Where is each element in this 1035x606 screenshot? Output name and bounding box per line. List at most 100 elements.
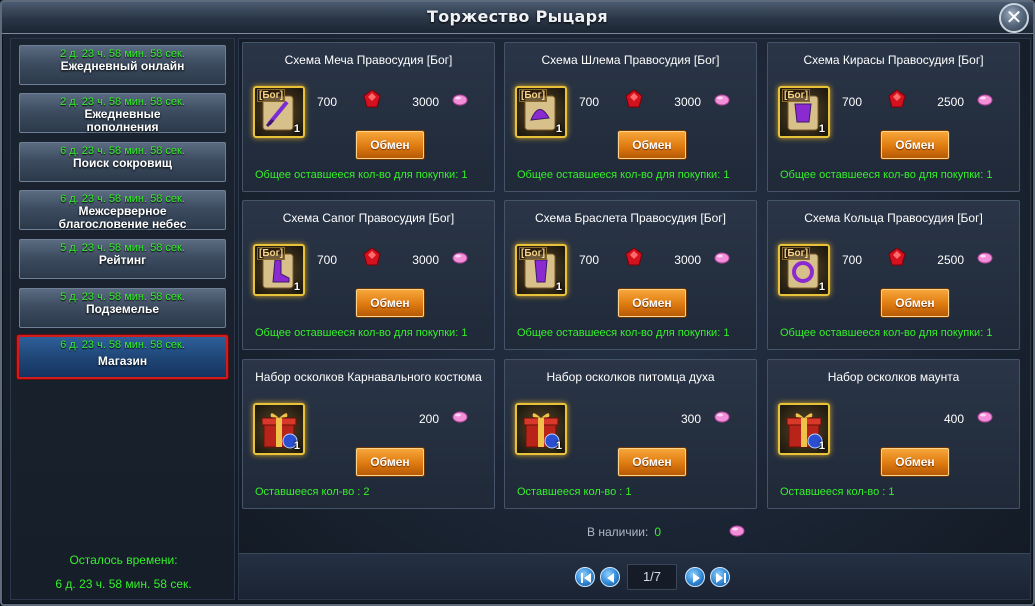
- shop-panel: Схема Меча Правосудия [Бог] [Бог] 1 700 …: [238, 38, 1031, 600]
- next-page-icon: [693, 573, 700, 583]
- stock-label: В наличии:: [587, 525, 649, 539]
- sidebar: 2 д. 23 ч. 58 мин. 58 сек. Ежедневный он…: [10, 38, 235, 600]
- exchange-button[interactable]: Обмен: [618, 289, 686, 317]
- item-name: Набор осколков Карнавального костюма: [255, 370, 482, 384]
- prev-page-icon: [607, 573, 614, 583]
- remaining-count: Общее оставшееся кол-во для покупки: 1: [780, 169, 993, 181]
- exchange-button[interactable]: Обмен: [881, 131, 949, 159]
- sidebar-item-timer: 6 д. 23 ч. 58 мин. 58 сек.: [60, 339, 185, 351]
- item-name: Схема Кирасы Правосудия [Бог]: [803, 53, 984, 67]
- remaining-time-value: 6 д. 23 ч. 58 мин. 58 сек.: [55, 577, 192, 591]
- exchange-button[interactable]: Обмен: [881, 289, 949, 317]
- sidebar-item-ranking[interactable]: 5 д. 23 ч. 58 мин. 58 сек. Рейтинг: [19, 239, 226, 279]
- item-quantity: 1: [818, 440, 825, 452]
- item-slot[interactable]: [Бог] 1: [253, 244, 305, 296]
- item-quantity: 1: [555, 123, 562, 135]
- pink-gem-icon: [452, 252, 468, 264]
- shop-card: Схема Шлема Правосудия [Бог] [Бог] 1 700…: [504, 42, 757, 192]
- event-window: Торжество Рыцаря ✕ 2 д. 23 ч. 58 мин. 58…: [0, 0, 1035, 606]
- exchange-button[interactable]: Обмен: [881, 448, 949, 476]
- pink-gem-icon: [977, 252, 993, 264]
- item-name: Набор осколков питомца духа: [546, 370, 715, 384]
- pink-gem-icon: [452, 411, 468, 423]
- sidebar-item-daily-online[interactable]: 2 д. 23 ч. 58 мин. 58 сек. Ежедневный он…: [19, 45, 226, 85]
- remaining-count: Общее оставшееся кол-во для покупки: 1: [255, 169, 468, 181]
- page-indicator: 1/7: [627, 564, 677, 590]
- sidebar-item-dungeon[interactable]: 5 д. 23 ч. 58 мин. 58 сек. Подземелье: [19, 288, 226, 328]
- god-badge: [Бог]: [257, 89, 286, 102]
- item-quantity: 1: [818, 281, 825, 293]
- ruby-icon: [625, 89, 643, 108]
- stock-value: 0: [654, 525, 662, 539]
- sidebar-item-label: Поиск сокровищ: [73, 156, 172, 170]
- cost-gem: 3000: [412, 95, 439, 109]
- item-slot[interactable]: 1: [253, 403, 305, 455]
- sidebar-item-label: Подземелье: [85, 302, 160, 316]
- ruby-icon: [363, 247, 381, 266]
- item-slot[interactable]: [Бог] 1: [515, 244, 567, 296]
- item-name: Схема Меча Правосудия [Бог]: [284, 53, 453, 67]
- remaining-count: Общее оставшееся кол-во для покупки: 1: [780, 327, 993, 339]
- remaining-count: Оставшееся кол-во : 1: [780, 486, 895, 498]
- shop-card: Набор осколков Карнавального костюма 1 2…: [242, 359, 495, 509]
- cost-gem: 400: [943, 412, 964, 426]
- remaining-count: Оставшееся кол-во : 2: [255, 486, 370, 498]
- shop-card: Схема Сапог Правосудия [Бог] [Бог] 1 700…: [242, 200, 495, 350]
- item-quantity: 1: [818, 123, 825, 135]
- god-badge: [Бог]: [782, 89, 811, 102]
- sidebar-item-label: Межсерверное благословение небес: [58, 204, 187, 231]
- first-page-icon: [581, 573, 591, 583]
- item-slot[interactable]: [Бог] 1: [778, 86, 830, 138]
- stock-display: В наличии: 0: [587, 525, 661, 539]
- sidebar-item-treasure-hunt[interactable]: 6 д. 23 ч. 58 мин. 58 сек. Поиск сокрови…: [19, 142, 226, 182]
- exchange-button[interactable]: Обмен: [618, 448, 686, 476]
- prev-page-button[interactable]: [600, 567, 620, 587]
- cost-gem: 3000: [412, 253, 439, 267]
- item-quantity: 1: [293, 440, 300, 452]
- exchange-button[interactable]: Обмен: [356, 448, 424, 476]
- item-slot[interactable]: [Бог] 1: [253, 86, 305, 138]
- item-name: Схема Кольца Правосудия [Бог]: [804, 211, 983, 225]
- cost-ruby: 700: [842, 253, 863, 267]
- item-quantity: 1: [293, 281, 300, 293]
- item-slot[interactable]: 1: [515, 403, 567, 455]
- sidebar-item-daily-topup[interactable]: 2 д. 23 ч. 58 мин. 58 сек. Ежедневные по…: [19, 93, 226, 134]
- sidebar-item-shop[interactable]: 6 д. 23 ч. 58 мин. 58 сек. Магазин: [17, 335, 228, 379]
- item-slot[interactable]: [Бог] 1: [515, 86, 567, 138]
- close-button[interactable]: ✕: [999, 3, 1029, 33]
- remaining-count: Общее оставшееся кол-во для покупки: 1: [255, 327, 468, 339]
- item-name: Схема Шлема Правосудия [Бог]: [541, 53, 720, 67]
- cost-gem: 300: [680, 412, 701, 426]
- item-name: Набор осколков маунта: [827, 370, 960, 384]
- first-page-button[interactable]: [575, 567, 595, 587]
- cost-gem: 3000: [674, 253, 701, 267]
- pagination-bar: 1/7: [239, 553, 1030, 599]
- cost-gem: 200: [418, 412, 439, 426]
- exchange-button[interactable]: Обмен: [356, 289, 424, 317]
- sidebar-item-cross-server-blessing[interactable]: 6 д. 23 ч. 58 мин. 58 сек. Межсерверное …: [19, 190, 226, 231]
- window-title: Торжество Рыцаря: [427, 7, 608, 26]
- ruby-icon: [888, 89, 906, 108]
- last-page-button[interactable]: [710, 567, 730, 587]
- pink-gem-icon: [714, 252, 730, 264]
- remaining-count: Общее оставшееся кол-во для покупки: 1: [517, 327, 730, 339]
- ruby-icon: [888, 247, 906, 266]
- sidebar-item-label: Магазин: [97, 354, 148, 368]
- ruby-icon: [625, 247, 643, 266]
- exchange-button[interactable]: Обмен: [618, 131, 686, 159]
- pink-gem-icon: [977, 94, 993, 106]
- item-quantity: 1: [293, 123, 300, 135]
- pink-gem-icon: [452, 94, 468, 106]
- ruby-icon: [363, 89, 381, 108]
- pink-gem-icon: [729, 525, 745, 537]
- remaining-count: Оставшееся кол-во : 1: [517, 486, 632, 498]
- exchange-button[interactable]: Обмен: [356, 131, 424, 159]
- shop-card: Схема Кольца Правосудия [Бог] [Бог] 1 70…: [767, 200, 1020, 350]
- god-badge: [Бог]: [519, 247, 548, 260]
- item-slot[interactable]: 1: [778, 403, 830, 455]
- item-quantity: 1: [555, 281, 562, 293]
- next-page-button[interactable]: [685, 567, 705, 587]
- shop-card: Схема Браслета Правосудия [Бог] [Бог] 1 …: [504, 200, 757, 350]
- item-slot[interactable]: [Бог] 1: [778, 244, 830, 296]
- cost-ruby: 700: [317, 253, 338, 267]
